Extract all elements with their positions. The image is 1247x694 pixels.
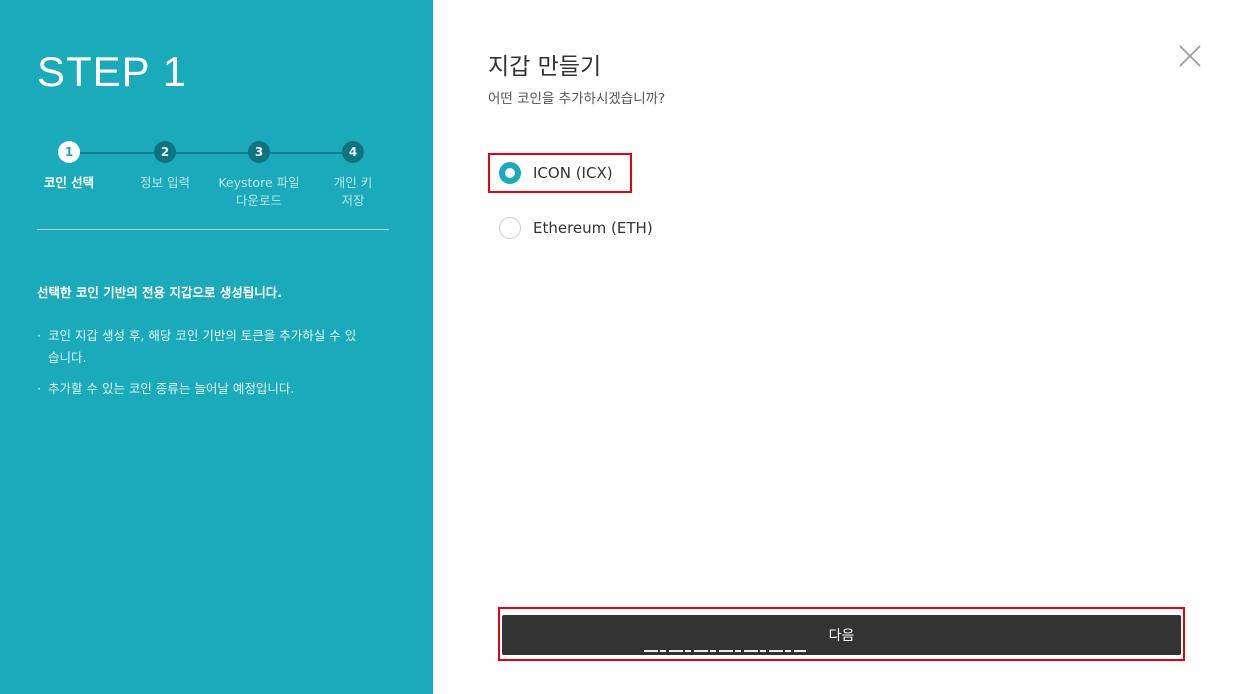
next-button-label: 다음	[828, 628, 855, 644]
bullet: ·	[37, 328, 41, 343]
step-3-label: Keystore 파일 다운로드	[218, 175, 300, 208]
option-icx-label: ICON (ICX)	[533, 164, 613, 182]
info-list: · 코인 지갑 생성 후, 해당 코인 기반의 토큰을 추가하실 수 있습니다.…	[37, 325, 367, 409]
render-artifact	[644, 650, 806, 652]
option-eth[interactable]: Ethereum (ETH)	[488, 208, 653, 248]
step-2-label: 정보 입력	[140, 175, 190, 190]
info-item: · 추가할 수 있는 코인 종류는 늘어날 예정입니다.	[37, 378, 367, 400]
radio-icon[interactable]	[499, 162, 521, 184]
step-1-number: 1	[58, 141, 80, 163]
step-4: 4 개인 키 저장	[305, 141, 401, 210]
page-title: 지갑 만들기	[488, 54, 602, 80]
radio-icon[interactable]	[499, 217, 521, 239]
next-button-frame: 다음	[498, 607, 1185, 661]
option-icx[interactable]: ICON (ICX)	[488, 153, 632, 193]
page-subtitle: 어떤 코인을 추가하시겠습니까?	[488, 91, 666, 107]
step-4-label: 개인 키 저장	[333, 175, 373, 208]
main-panel: 지갑 만들기 어떤 코인을 추가하시겠습니까? ICON (ICX) Ether…	[433, 0, 1247, 694]
step-2-number: 2	[154, 141, 176, 163]
step-2: 2 정보 입력	[117, 141, 213, 192]
step-3: 3 Keystore 파일 다운로드	[211, 141, 307, 210]
left-panel: STEP 1 1 코인 선택 2 정보 입력 3 Keystore 파일 다운로…	[0, 0, 433, 694]
step-3-number: 3	[248, 141, 270, 163]
info-item-text: 코인 지갑 생성 후, 해당 코인 기반의 토큰을 추가하실 수 있습니다.	[48, 328, 357, 365]
bullet: ·	[37, 381, 41, 396]
close-button[interactable]	[1177, 43, 1203, 69]
step-1: 1 코인 선택	[21, 141, 117, 192]
info-item: · 코인 지갑 생성 후, 해당 코인 기반의 토큰을 추가하실 수 있습니다.	[37, 325, 367, 369]
close-icon[interactable]	[1177, 43, 1203, 69]
option-eth-label: Ethereum (ETH)	[533, 219, 653, 237]
next-button[interactable]: 다음	[502, 615, 1181, 655]
stepper: 1 코인 선택 2 정보 입력 3 Keystore 파일 다운로드 4 개인 …	[21, 141, 401, 221]
info-title: 선택한 코인 기반의 전용 지갑으로 생성됩니다.	[37, 285, 283, 300]
left-divider	[37, 229, 389, 230]
step-1-label: 코인 선택	[43, 175, 95, 190]
info-item-text: 추가할 수 있는 코인 종류는 늘어날 예정입니다.	[48, 381, 295, 396]
step-4-number: 4	[342, 141, 364, 163]
step-title: STEP 1	[37, 48, 187, 95]
